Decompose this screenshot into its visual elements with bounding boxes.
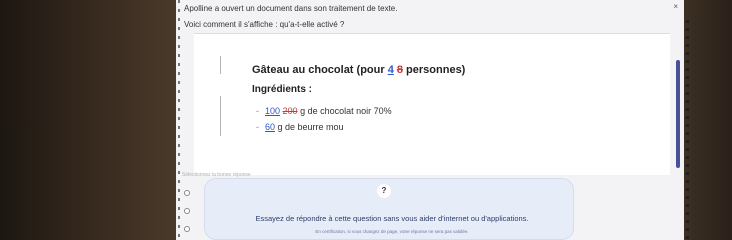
answer-radio[interactable]: [184, 190, 190, 196]
question-text: Voici comment il s'affiche : qu'a-t-elle…: [184, 20, 345, 29]
margin-rule: [220, 96, 221, 136]
margin-rule: [220, 56, 221, 74]
overlay-message: Essayez de répondre à cette question san…: [255, 214, 529, 223]
deleted-text: 200: [282, 106, 298, 116]
intro-text: Apolline a ouvert un document dans son t…: [184, 4, 398, 13]
question-mark-icon: ?: [377, 184, 391, 198]
list-item: -60 g de beurre mou: [256, 122, 344, 132]
title-suffix: personnes): [403, 64, 466, 76]
answer-radio[interactable]: [184, 208, 190, 214]
list-item: -100 200 g de chocolat noir 70%: [256, 106, 392, 116]
inserted-text: 100: [265, 106, 281, 116]
title-prefix: Gâteau au chocolat (pour: [252, 64, 388, 76]
screen: Apolline a ouvert un document dans son t…: [176, 0, 684, 240]
screen-edge-right: [686, 20, 689, 240]
bullet: -: [256, 122, 259, 132]
inserted-text: 4: [387, 64, 394, 76]
screen-edge: [178, 0, 180, 240]
scrollbar[interactable]: [676, 60, 680, 168]
item-text: g de chocolat noir 70%: [297, 106, 392, 116]
answer-radio[interactable]: [184, 226, 190, 232]
item-text: g de beurre mou: [275, 122, 344, 132]
focus-warning-overlay: ? Essayez de répondre à cette question s…: [204, 178, 574, 240]
close-icon[interactable]: ×: [673, 2, 678, 11]
document-title: Gâteau au chocolat (pour 4 8 personnes): [252, 64, 465, 76]
ingredients-heading: Ingrédients :: [252, 84, 313, 95]
monitor-bezel-left: [0, 0, 178, 240]
bullet: -: [256, 106, 259, 116]
inserted-text: 60: [265, 122, 276, 132]
overlay-note: En certification, si vous changez de pag…: [315, 229, 469, 234]
document-preview: Gâteau au chocolat (pour 4 8 personnes) …: [194, 33, 670, 175]
